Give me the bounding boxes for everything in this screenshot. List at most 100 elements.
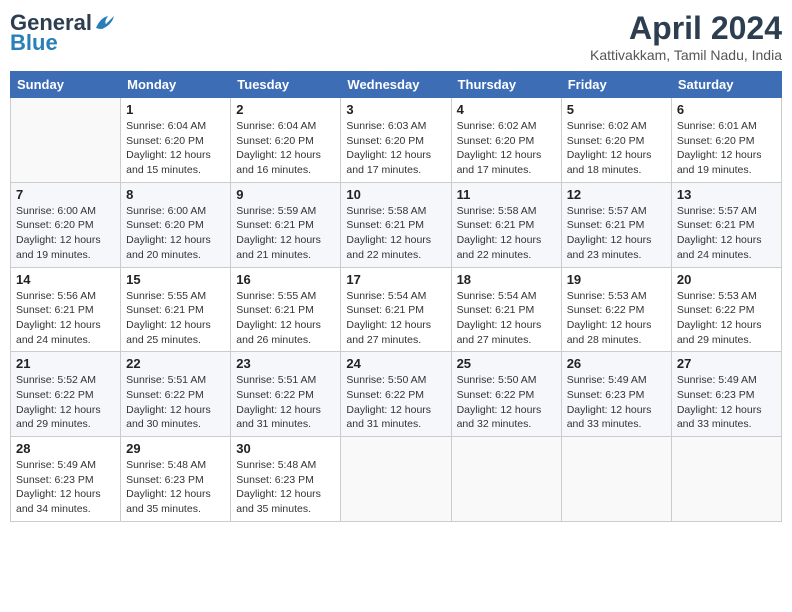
day-number: 10	[346, 187, 445, 202]
day-number: 11	[457, 187, 556, 202]
logo-bird-icon	[94, 14, 116, 32]
day-number: 16	[236, 272, 335, 287]
weekday-header-cell: Wednesday	[341, 72, 451, 98]
day-info: Sunrise: 6:02 AM Sunset: 6:20 PM Dayligh…	[567, 119, 666, 178]
calendar-cell	[451, 437, 561, 522]
day-number: 3	[346, 102, 445, 117]
day-info: Sunrise: 5:55 AM Sunset: 6:21 PM Dayligh…	[126, 289, 225, 348]
day-number: 23	[236, 356, 335, 371]
day-number: 8	[126, 187, 225, 202]
calendar-cell: 19 Sunrise: 5:53 AM Sunset: 6:22 PM Dayli…	[561, 267, 671, 352]
day-info: Sunrise: 5:49 AM Sunset: 6:23 PM Dayligh…	[567, 373, 666, 432]
day-number: 4	[457, 102, 556, 117]
calendar-cell: 13 Sunrise: 5:57 AM Sunset: 6:21 PM Dayli…	[671, 182, 781, 267]
day-number: 13	[677, 187, 776, 202]
calendar-cell: 30 Sunrise: 5:48 AM Sunset: 6:23 PM Dayli…	[231, 437, 341, 522]
calendar-body: 1 Sunrise: 6:04 AM Sunset: 6:20 PM Daylig…	[11, 98, 782, 522]
day-info: Sunrise: 5:58 AM Sunset: 6:21 PM Dayligh…	[346, 204, 445, 263]
calendar-cell: 10 Sunrise: 5:58 AM Sunset: 6:21 PM Dayli…	[341, 182, 451, 267]
location: Kattivakkam, Tamil Nadu, India	[590, 47, 782, 63]
calendar-cell: 7Sunrise: 6:00 AM Sunset: 6:20 PM Daylig…	[11, 182, 121, 267]
calendar-cell: 18Sunrise: 5:54 AM Sunset: 6:21 PM Dayli…	[451, 267, 561, 352]
calendar-cell: 4 Sunrise: 6:02 AM Sunset: 6:20 PM Daylig…	[451, 98, 561, 183]
weekday-header-cell: Sunday	[11, 72, 121, 98]
calendar-cell	[561, 437, 671, 522]
weekday-header-cell: Saturday	[671, 72, 781, 98]
day-number: 7	[16, 187, 115, 202]
month-title: April 2024	[590, 10, 782, 47]
day-info: Sunrise: 5:48 AM Sunset: 6:23 PM Dayligh…	[126, 458, 225, 517]
day-number: 9	[236, 187, 335, 202]
calendar-row: 21 Sunrise: 5:52 AM Sunset: 6:22 PM Dayli…	[11, 352, 782, 437]
day-info: Sunrise: 5:51 AM Sunset: 6:22 PM Dayligh…	[126, 373, 225, 432]
day-info: Sunrise: 6:04 AM Sunset: 6:20 PM Dayligh…	[126, 119, 225, 178]
day-info: Sunrise: 5:53 AM Sunset: 6:22 PM Dayligh…	[567, 289, 666, 348]
calendar-cell: 27 Sunrise: 5:49 AM Sunset: 6:23 PM Dayli…	[671, 352, 781, 437]
day-number: 19	[567, 272, 666, 287]
day-info: Sunrise: 5:57 AM Sunset: 6:21 PM Dayligh…	[567, 204, 666, 263]
day-number: 29	[126, 441, 225, 456]
weekday-header-cell: Thursday	[451, 72, 561, 98]
calendar-table: SundayMondayTuesdayWednesdayThursdayFrid…	[10, 71, 782, 522]
day-info: Sunrise: 5:54 AM Sunset: 6:21 PM Dayligh…	[346, 289, 445, 348]
day-info: Sunrise: 5:55 AM Sunset: 6:21 PM Dayligh…	[236, 289, 335, 348]
calendar-row: 14 Sunrise: 5:56 AM Sunset: 6:21 PM Dayli…	[11, 267, 782, 352]
day-number: 2	[236, 102, 335, 117]
day-number: 21	[16, 356, 115, 371]
calendar-row: 7 Sunrise: 6:00 AM Sunset: 6:20 PM Daylig…	[11, 182, 782, 267]
day-info: Sunrise: 5:49 AM Sunset: 6:23 PM Dayligh…	[677, 373, 776, 432]
day-info: Sunrise: 5:52 AM Sunset: 6:22 PM Dayligh…	[16, 373, 115, 432]
day-number: 24	[346, 356, 445, 371]
day-number: 22	[126, 356, 225, 371]
calendar-cell: 21 Sunrise: 5:52 AM Sunset: 6:22 PM Dayli…	[11, 352, 121, 437]
day-number: 30	[236, 441, 335, 456]
day-info: Sunrise: 5:48 AM Sunset: 6:23 PM Dayligh…	[236, 458, 335, 517]
weekday-header-cell: Friday	[561, 72, 671, 98]
day-info: Sunrise: 5:51 AM Sunset: 6:22 PM Dayligh…	[236, 373, 335, 432]
day-number: 20	[677, 272, 776, 287]
calendar-cell: 5 Sunrise: 6:02 AM Sunset: 6:20 PM Daylig…	[561, 98, 671, 183]
calendar-cell: 8 Sunrise: 6:00 AM Sunset: 6:20 PM Daylig…	[121, 182, 231, 267]
day-info: Sunrise: 5:50 AM Sunset: 6:22 PM Dayligh…	[346, 373, 445, 432]
calendar-cell: 24 Sunrise: 5:50 AM Sunset: 6:22 PM Dayli…	[341, 352, 451, 437]
calendar-cell: 20Sunrise: 5:53 AM Sunset: 6:22 PM Dayli…	[671, 267, 781, 352]
calendar-cell: 11 Sunrise: 5:58 AM Sunset: 6:21 PM Dayli…	[451, 182, 561, 267]
weekday-header-cell: Monday	[121, 72, 231, 98]
page-header: General Blue April 2024 Kattivakkam, Tam…	[10, 10, 782, 63]
day-info: Sunrise: 5:59 AM Sunset: 6:21 PM Dayligh…	[236, 204, 335, 263]
calendar-cell: 17Sunrise: 5:54 AM Sunset: 6:21 PM Dayli…	[341, 267, 451, 352]
calendar-cell: 22 Sunrise: 5:51 AM Sunset: 6:22 PM Dayli…	[121, 352, 231, 437]
calendar-cell	[11, 98, 121, 183]
calendar-cell: 23 Sunrise: 5:51 AM Sunset: 6:22 PM Dayli…	[231, 352, 341, 437]
calendar-cell: 15 Sunrise: 5:55 AM Sunset: 6:21 PM Dayli…	[121, 267, 231, 352]
day-info: Sunrise: 5:54 AM Sunset: 6:21 PM Dayligh…	[457, 289, 556, 348]
day-number: 28	[16, 441, 115, 456]
calendar-cell: 28 Sunrise: 5:49 AM Sunset: 6:23 PM Dayli…	[11, 437, 121, 522]
calendar-cell: 14 Sunrise: 5:56 AM Sunset: 6:21 PM Dayli…	[11, 267, 121, 352]
calendar-cell: 16 Sunrise: 5:55 AM Sunset: 6:21 PM Dayli…	[231, 267, 341, 352]
calendar-cell: 29 Sunrise: 5:48 AM Sunset: 6:23 PM Dayli…	[121, 437, 231, 522]
title-block: April 2024 Kattivakkam, Tamil Nadu, Indi…	[590, 10, 782, 63]
calendar-cell: 9 Sunrise: 5:59 AM Sunset: 6:21 PM Daylig…	[231, 182, 341, 267]
calendar-cell: 3 Sunrise: 6:03 AM Sunset: 6:20 PM Daylig…	[341, 98, 451, 183]
day-info: Sunrise: 5:57 AM Sunset: 6:21 PM Dayligh…	[677, 204, 776, 263]
day-info: Sunrise: 5:49 AM Sunset: 6:23 PM Dayligh…	[16, 458, 115, 517]
calendar-cell	[341, 437, 451, 522]
day-info: Sunrise: 5:58 AM Sunset: 6:21 PM Dayligh…	[457, 204, 556, 263]
day-number: 1	[126, 102, 225, 117]
day-number: 5	[567, 102, 666, 117]
calendar-cell: 6Sunrise: 6:01 AM Sunset: 6:20 PM Daylig…	[671, 98, 781, 183]
day-number: 15	[126, 272, 225, 287]
day-info: Sunrise: 6:03 AM Sunset: 6:20 PM Dayligh…	[346, 119, 445, 178]
day-info: Sunrise: 5:50 AM Sunset: 6:22 PM Dayligh…	[457, 373, 556, 432]
day-number: 14	[16, 272, 115, 287]
calendar-cell: 12Sunrise: 5:57 AM Sunset: 6:21 PM Dayli…	[561, 182, 671, 267]
day-number: 27	[677, 356, 776, 371]
calendar-cell: 1 Sunrise: 6:04 AM Sunset: 6:20 PM Daylig…	[121, 98, 231, 183]
calendar-cell: 26Sunrise: 5:49 AM Sunset: 6:23 PM Dayli…	[561, 352, 671, 437]
day-info: Sunrise: 6:02 AM Sunset: 6:20 PM Dayligh…	[457, 119, 556, 178]
day-info: Sunrise: 5:56 AM Sunset: 6:21 PM Dayligh…	[16, 289, 115, 348]
calendar-cell	[671, 437, 781, 522]
day-info: Sunrise: 6:00 AM Sunset: 6:20 PM Dayligh…	[126, 204, 225, 263]
logo: General Blue	[10, 10, 116, 56]
